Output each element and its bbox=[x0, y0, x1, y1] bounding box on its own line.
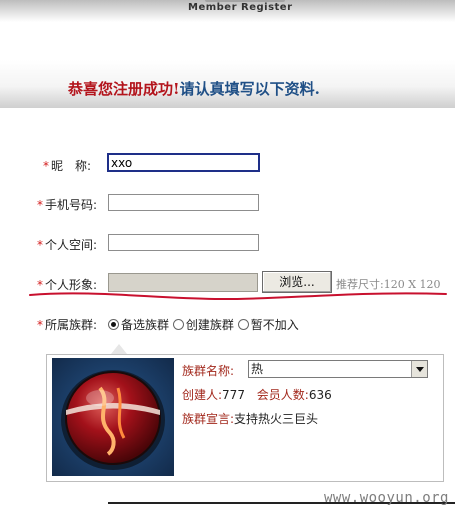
welcome-instruction-text: 请认真填写以下资料. bbox=[179, 80, 320, 98]
clan-option-label: 创建族群 bbox=[185, 318, 234, 332]
creator-label: 创建人: bbox=[182, 388, 223, 402]
clan-motto-row: 族群宣言:支持热火三巨头 bbox=[182, 410, 318, 427]
clan-options: 备选族群 创建族群 暂不加入 bbox=[108, 316, 299, 333]
required-mark: * bbox=[37, 238, 43, 252]
welcome-message: 恭喜您注册成功!请认真填写以下资料. bbox=[68, 78, 320, 99]
clan-option-none[interactable]: 暂不加入 bbox=[237, 318, 299, 332]
required-mark: * bbox=[37, 318, 43, 332]
phone-input[interactable] bbox=[108, 194, 259, 211]
clan-row: * 所属族群: bbox=[37, 316, 97, 333]
header-title: Member Register bbox=[188, 2, 293, 13]
nickname-label: 昵 称: bbox=[51, 159, 92, 173]
watermark: www.wooyun.org bbox=[323, 490, 449, 506]
clan-option-select[interactable]: 备选族群 bbox=[108, 318, 169, 332]
required-mark: * bbox=[43, 159, 49, 173]
members-label: 会员人数: bbox=[256, 388, 309, 402]
clan-name-row: 族群名称: bbox=[182, 362, 234, 379]
clan-name-select[interactable]: 热 bbox=[248, 360, 428, 378]
space-row: * 个人空间: bbox=[37, 236, 97, 253]
nickname-input[interactable] bbox=[107, 153, 260, 172]
clan-name-label: 族群名称: bbox=[182, 364, 235, 378]
space-input[interactable] bbox=[108, 234, 259, 251]
phone-row: * 手机号码: bbox=[37, 196, 97, 213]
basketball-emblem-icon bbox=[61, 370, 165, 470]
panel-pointer-arrow bbox=[111, 344, 127, 354]
clan-emblem-image bbox=[52, 358, 174, 476]
motto-value: 支持热火三巨头 bbox=[234, 412, 319, 426]
radio-selected-icon[interactable] bbox=[108, 319, 119, 330]
creator-value: 777 bbox=[222, 388, 245, 402]
members-value: 636 bbox=[308, 388, 332, 402]
welcome-success-text: 恭喜您注册成功! bbox=[68, 80, 180, 98]
chevron-down-icon[interactable] bbox=[411, 361, 427, 377]
clan-name-selected-value: 热 bbox=[251, 362, 264, 376]
clan-label: 所属族群: bbox=[45, 318, 98, 332]
motto-label: 族群宣言: bbox=[182, 412, 235, 426]
phone-label: 手机号码: bbox=[45, 198, 98, 212]
nickname-row: * 昵 称: bbox=[43, 157, 91, 174]
required-mark: * bbox=[37, 198, 43, 212]
radio-icon[interactable] bbox=[237, 319, 249, 330]
space-label: 个人空间: bbox=[45, 238, 98, 252]
annotation-underline bbox=[29, 292, 447, 301]
clan-option-label: 备选族群 bbox=[121, 318, 170, 332]
clan-option-label: 暂不加入 bbox=[250, 318, 299, 332]
clan-option-create[interactable]: 创建族群 bbox=[172, 318, 234, 332]
radio-icon[interactable] bbox=[172, 319, 184, 330]
clan-stats-row: 创建人:777 会员人数:636 bbox=[182, 386, 332, 403]
